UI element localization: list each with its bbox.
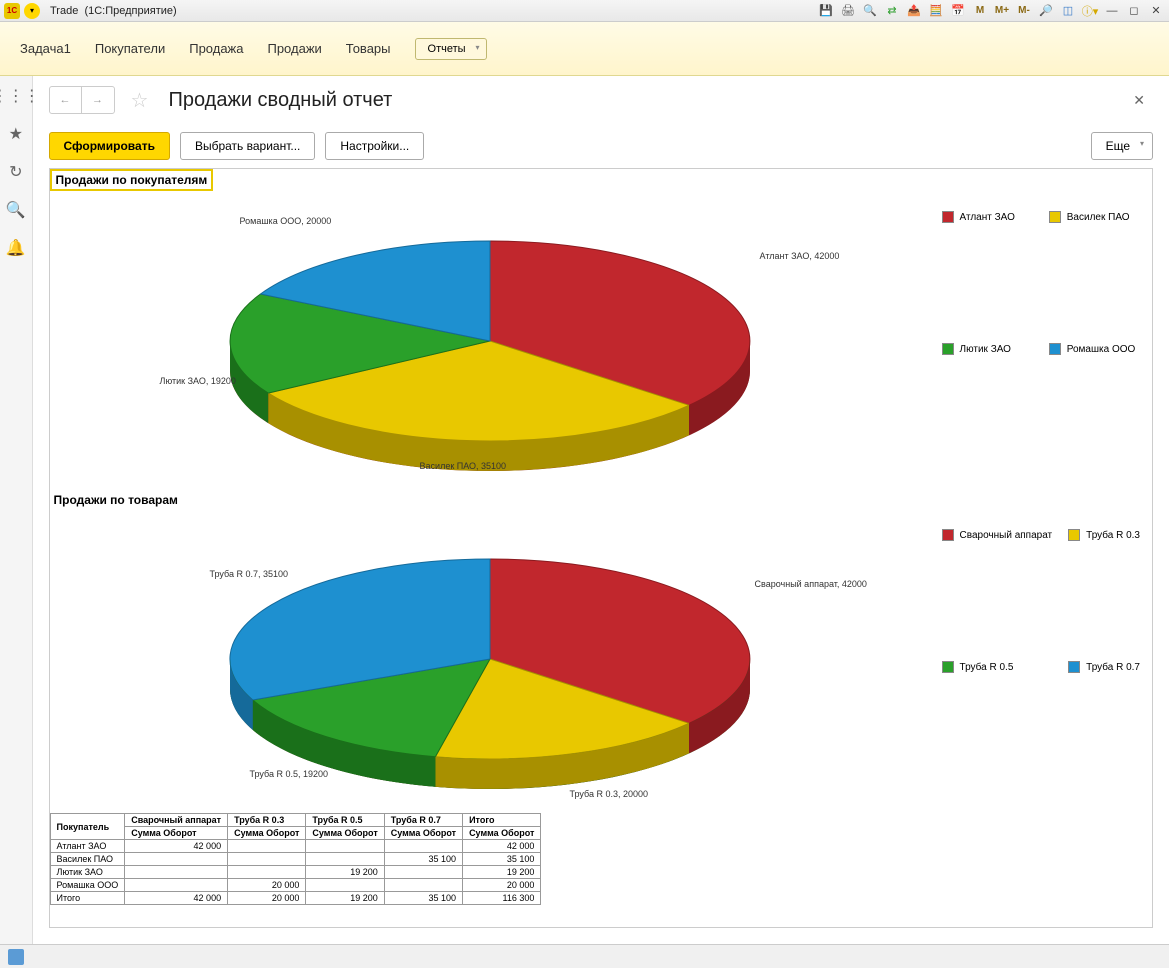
section-title-goods: Продажи по товарам [50, 491, 1152, 509]
pie-label-atlant: Атлант ЗАО, 42000 [760, 251, 840, 261]
save-icon[interactable]: 💾 [817, 2, 835, 20]
page-close-button[interactable]: ✕ [1125, 88, 1153, 113]
legend-label: Василек ПАО [1067, 212, 1130, 223]
legend-label: Труба R 0.5 [960, 662, 1014, 673]
pie-label-tube05: Труба R 0.5, 19200 [250, 769, 329, 779]
table-row: Василек ПАО35 10035 100 [50, 853, 541, 866]
legend-item: Лютик ЗАО [942, 343, 1033, 355]
pie-label-lyutik: Лютик ЗАО, 19200 [160, 376, 236, 386]
compare-icon[interactable]: ⇄ [883, 2, 901, 20]
legend-item: Труба R 0.7 [1068, 661, 1140, 673]
menu-item-task1[interactable]: Задача1 [20, 41, 71, 56]
table-header-row: Покупатель Сварочный аппарат Труба R 0.3… [50, 814, 541, 827]
legend-item: Труба R 0.5 [942, 661, 1053, 673]
nav-arrows: ← → [49, 86, 115, 114]
status-connection-icon[interactable] [8, 949, 24, 965]
app-menu-dropdown-icon[interactable]: ▾ [24, 3, 40, 19]
table-row: Лютик ЗАО19 20019 200 [50, 866, 541, 879]
legend-label: Лютик ЗАО [960, 344, 1011, 355]
legend-item: Василек ПАО [1049, 211, 1140, 223]
menu-item-sales[interactable]: Продажи [267, 41, 321, 56]
section-title-buyers: Продажи по покупателям [50, 169, 214, 191]
pie-label-tube07: Труба R 0.7, 35100 [210, 569, 289, 579]
legend-label: Труба R 0.7 [1086, 662, 1140, 673]
favorite-star-icon[interactable]: ★ [6, 124, 26, 144]
panel-icon[interactable]: ◫ [1059, 2, 1077, 20]
nav-forward-button[interactable]: → [82, 87, 114, 113]
preview-icon[interactable]: 🔍 [861, 2, 879, 20]
app-suffix: (1С:Предприятие) [84, 5, 176, 17]
sub-c0: Сумма Оборот [125, 827, 228, 840]
zoom-in-icon[interactable]: 🔎 [1037, 2, 1055, 20]
maximize-button[interactable]: ◻ [1125, 2, 1143, 20]
col-c3: Труба R 0.7 [384, 814, 462, 827]
sub-total: Сумма Оборот [463, 827, 541, 840]
generate-button[interactable]: Сформировать [49, 132, 170, 160]
close-button[interactable]: ✕ [1147, 2, 1165, 20]
pie-chart-goods: Сварочный аппарат, 42000 Труба R 0.3, 20… [50, 509, 930, 809]
legend-buyers: Атлант ЗАО Василек ПАО Лютик ЗАО Ромашка… [930, 191, 1152, 491]
pie-chart-buyers: Атлант ЗАО, 42000 Василек ПАО, 35100 Лют… [50, 191, 930, 491]
sub-c2: Сумма Оборот [306, 827, 384, 840]
memory-m-icon[interactable]: M [971, 2, 989, 20]
menubar: Задача1 Покупатели Продажа Продажи Товар… [0, 22, 1169, 76]
search-icon[interactable]: 🔍 [6, 200, 26, 220]
legend-label: Труба R 0.3 [1086, 530, 1140, 541]
col-c2: Труба R 0.5 [306, 814, 384, 827]
calculator-icon[interactable]: 🧮 [927, 2, 945, 20]
choose-variant-button[interactable]: Выбрать вариант... [180, 132, 315, 160]
report-body: Продажи по покупателям [49, 168, 1153, 928]
summary-table: Покупатель Сварочный аппарат Труба R 0.3… [50, 813, 542, 905]
legend-item: Сварочный аппарат [942, 529, 1053, 541]
table-row: Ромашка ООО20 00020 000 [50, 879, 541, 892]
settings-button[interactable]: Настройки... [325, 132, 424, 160]
menu-item-goods[interactable]: Товары [346, 41, 391, 56]
col-buyer: Покупатель [50, 814, 125, 840]
memory-mplus-icon[interactable]: M+ [993, 2, 1011, 20]
col-c1: Труба R 0.3 [228, 814, 306, 827]
apps-grid-icon[interactable]: ⋮⋮⋮ [6, 86, 26, 106]
app-logo-icon: 1С [4, 3, 20, 19]
pie-label-romashka: Ромашка ООО, 20000 [240, 216, 332, 226]
legend-label: Ромашка ООО [1067, 344, 1136, 355]
table-row: Атлант ЗАО42 00042 000 [50, 840, 541, 853]
export-icon[interactable]: 📤 [905, 2, 923, 20]
legend-item: Труба R 0.3 [1068, 529, 1140, 541]
print-icon[interactable]: 🖨 [839, 2, 857, 20]
report-toolbar: Сформировать Выбрать вариант... Настройк… [33, 124, 1169, 168]
info-icon[interactable]: ⓘ▾ [1081, 2, 1099, 20]
legend-goods: Сварочный аппарат Труба R 0.3 Труба R 0.… [930, 509, 1152, 809]
page-title: Продажи сводный отчет [168, 89, 392, 112]
titlebar: 1С ▾ Trade (1С:Предприятие) 💾 🖨 🔍 ⇄ 📤 🧮 … [0, 0, 1169, 22]
table-row: Итого42 00020 00019 20035 100116 300 [50, 892, 541, 905]
calendar-icon[interactable]: 📅 [949, 2, 967, 20]
legend-label: Сварочный аппарат [960, 530, 1053, 541]
notifications-bell-icon[interactable]: 🔔 [6, 238, 26, 258]
col-c0: Сварочный аппарат [125, 814, 228, 827]
legend-item: Ромашка ООО [1049, 343, 1140, 355]
menu-item-buyers[interactable]: Покупатели [95, 41, 165, 56]
pie-label-welder: Сварочный аппарат, 42000 [755, 579, 867, 589]
memory-mminus-icon[interactable]: M- [1015, 2, 1033, 20]
app-name: Trade [50, 5, 78, 17]
sub-c3: Сумма Оборот [384, 827, 462, 840]
window-title: Trade (1С:Предприятие) [50, 5, 177, 17]
statusbar [0, 944, 1169, 968]
sub-c1: Сумма Оборот [228, 827, 306, 840]
history-icon[interactable]: ↻ [6, 162, 26, 182]
pie-label-vasilek: Василек ПАО, 35100 [420, 461, 507, 471]
page-header: ← → ☆ Продажи сводный отчет ✕ [33, 76, 1169, 124]
more-button[interactable]: Еще [1091, 132, 1153, 160]
menu-item-sale[interactable]: Продажа [189, 41, 243, 56]
pie-label-tube03: Труба R 0.3, 20000 [570, 789, 649, 799]
col-total: Итого [463, 814, 541, 827]
sidebar: ⋮⋮⋮ ★ ↻ 🔍 🔔 [0, 76, 33, 944]
page-favorite-star-icon[interactable]: ☆ [131, 88, 149, 113]
menu-reports-dropdown[interactable]: Отчеты [415, 38, 487, 60]
minimize-button[interactable]: — [1103, 2, 1121, 20]
legend-label: Атлант ЗАО [960, 212, 1015, 223]
nav-back-button[interactable]: ← [50, 87, 82, 113]
legend-item: Атлант ЗАО [942, 211, 1033, 223]
